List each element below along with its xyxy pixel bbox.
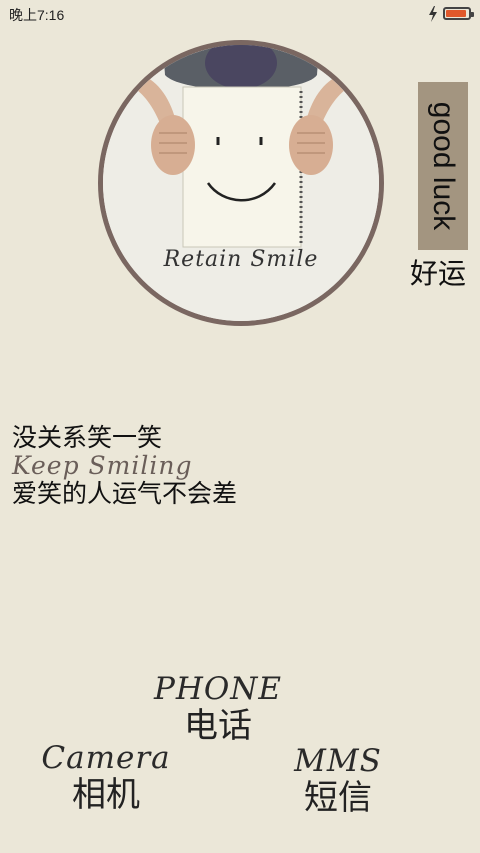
phone-shortcut-english: PHONE — [153, 671, 283, 707]
status-time: 晚上7:16 — [9, 7, 65, 23]
quote-block: 没关系笑一笑 Keep Smiling 爱笑的人运气不会差 — [12, 423, 237, 509]
quote-line-3: 爱笑的人运气不会差 — [12, 479, 238, 508]
mms-shortcut[interactable]: MMS 短信 — [290, 744, 386, 818]
quote-line-2: Keep Smiling — [12, 451, 193, 480]
profile-photo[interactable]: Retain Smile — [98, 40, 384, 326]
phone-shortcut[interactable]: PHONE 电话 — [150, 672, 286, 746]
good-luck-label: good luck — [427, 101, 460, 231]
smiley-notebook-illustration — [103, 45, 379, 321]
camera-shortcut-english: Camera — [41, 740, 171, 776]
charging-icon — [429, 6, 437, 22]
good-luck-chinese-label: 好运 — [410, 257, 467, 290]
camera-shortcut-chinese: 相机 — [72, 775, 140, 815]
battery-level-fill — [446, 10, 466, 17]
mms-shortcut-english: MMS — [294, 743, 382, 779]
mms-shortcut-chinese: 短信 — [304, 778, 372, 818]
good-luck-tag[interactable]: good luck — [418, 82, 468, 250]
battery-icon — [443, 7, 474, 20]
quote-line-1: 没关系笑一笑 — [12, 423, 163, 452]
status-bar: 晚上7:16 — [0, 0, 480, 28]
photo-caption: Retain Smile — [163, 247, 319, 272]
battery-cap — [471, 12, 474, 17]
camera-shortcut[interactable]: Camera 相机 — [38, 741, 174, 815]
